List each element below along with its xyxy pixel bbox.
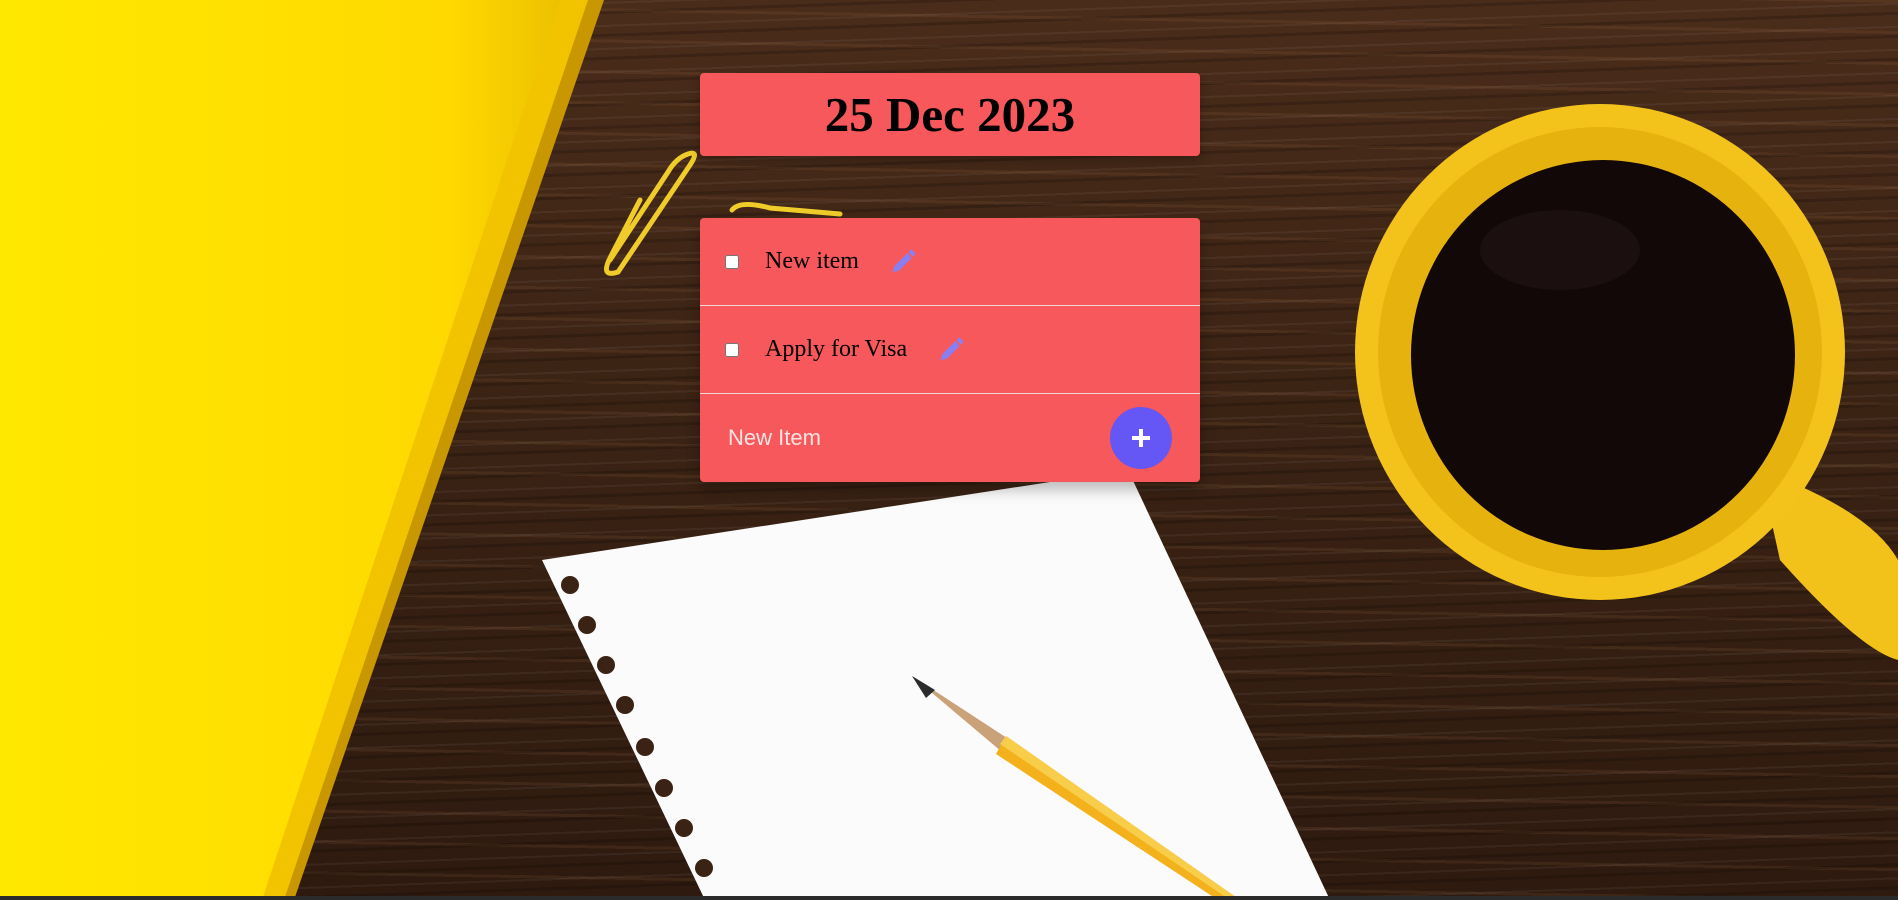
- todo-checkbox[interactable]: [725, 342, 739, 357]
- todo-item-label: New item: [765, 248, 859, 274]
- new-item-input[interactable]: [726, 424, 1030, 452]
- todo-checkbox[interactable]: [725, 254, 739, 269]
- plus-icon: [1132, 429, 1150, 447]
- pencil-icon[interactable]: [889, 248, 917, 276]
- date-header: 25 Dec 2023: [700, 73, 1200, 156]
- todo-item: Apply for Visa: [700, 306, 1200, 394]
- new-item-form: [700, 394, 1200, 482]
- pencil-icon[interactable]: [937, 336, 965, 364]
- todo-list: New item Apply for Visa: [700, 218, 1200, 482]
- date-title: 25 Dec 2023: [824, 87, 1076, 142]
- taskbar-edge: [0, 896, 1898, 900]
- todo-item-label: Apply for Visa: [765, 336, 908, 362]
- add-item-button[interactable]: [1110, 407, 1172, 469]
- todo-item: New item: [700, 218, 1200, 306]
